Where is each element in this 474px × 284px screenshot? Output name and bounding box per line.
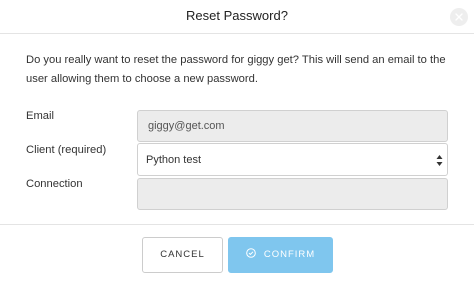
cancel-button[interactable]: CANCEL — [142, 237, 223, 273]
client-selected-value: Python test — [146, 154, 202, 166]
dialog-header: Reset Password? — [0, 0, 474, 34]
email-label: Email — [26, 110, 54, 122]
select-arrows-icon — [436, 155, 443, 166]
email-field: giggy@get.com — [137, 110, 448, 142]
dialog-title: Reset Password? — [186, 8, 288, 23]
client-label: Client (required) — [26, 144, 107, 156]
confirm-button-label: CONFIRM — [263, 249, 316, 260]
close-icon — [455, 13, 463, 21]
close-button[interactable] — [450, 8, 468, 26]
dialog-description: Do you really want to reset the password… — [26, 54, 446, 85]
email-value: giggy@get.com — [148, 120, 225, 132]
client-select[interactable]: Python test — [137, 143, 448, 176]
reset-password-dialog: Reset Password? Do you really want to re… — [0, 0, 474, 284]
check-circle-icon — [246, 248, 256, 258]
connection-field — [137, 178, 448, 210]
cancel-button-label: CANCEL — [160, 249, 205, 260]
confirm-button[interactable]: CONFIRM — [228, 237, 333, 273]
connection-label: Connection — [26, 178, 83, 190]
